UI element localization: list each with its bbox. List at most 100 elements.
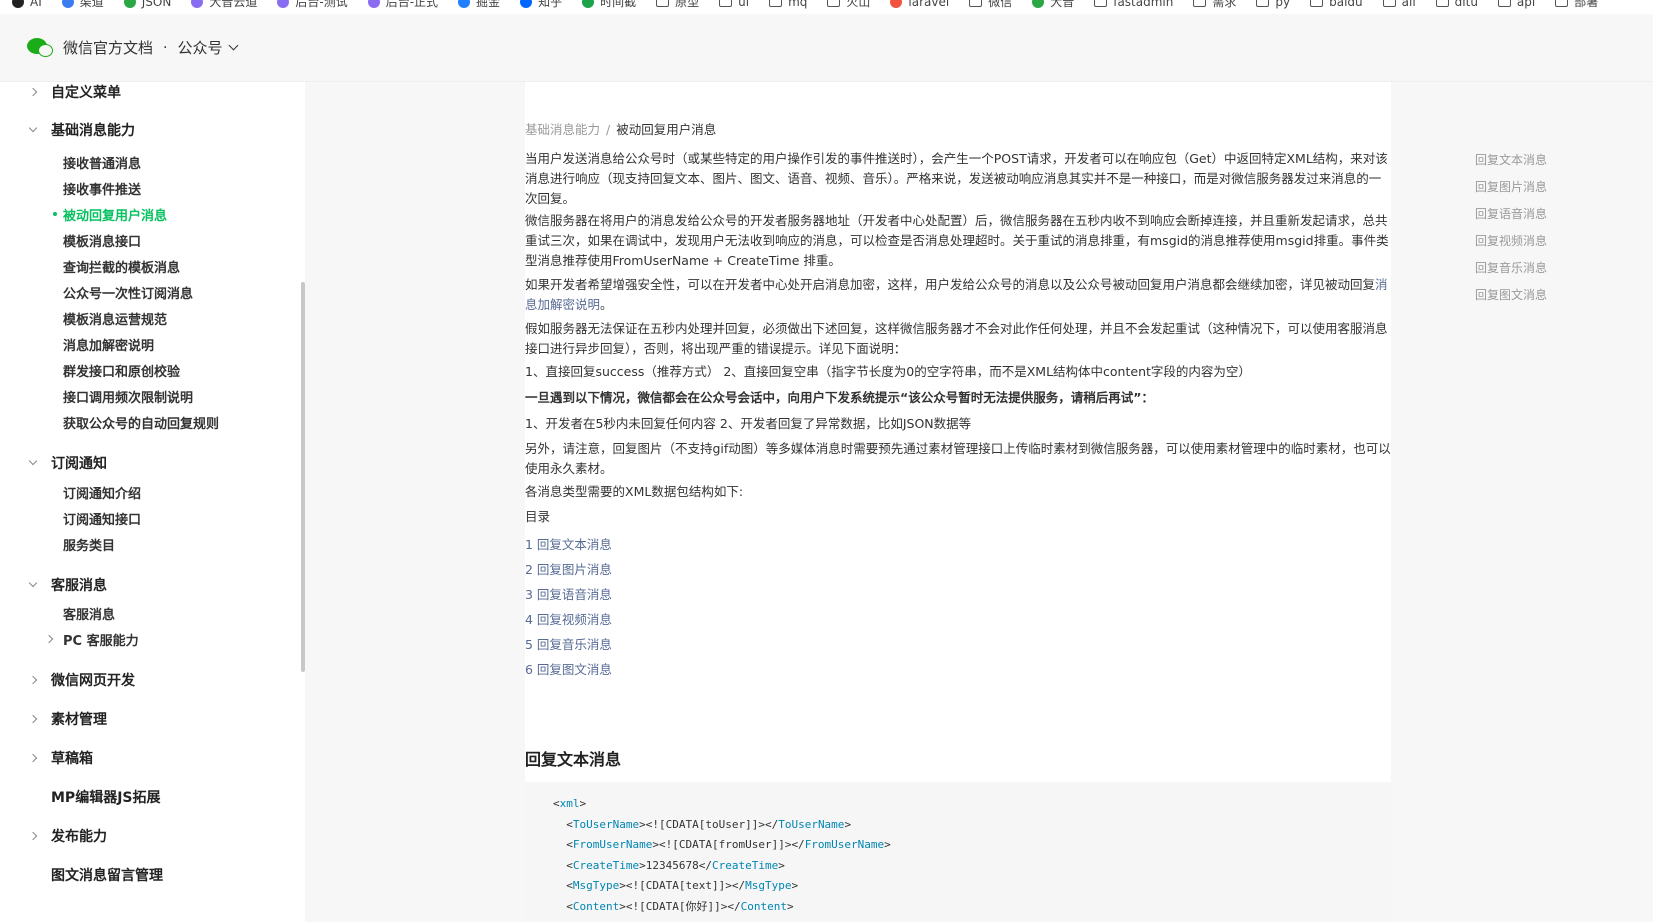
sidebar-item[interactable]: 订阅通知 xyxy=(0,453,300,473)
right-toc-link[interactable]: 回复语音消息 xyxy=(1475,205,1547,222)
toc-link[interactable]: 3 回复语音消息 xyxy=(525,584,612,603)
bookmark-item[interactable]: 原型 xyxy=(656,0,699,9)
sidebar-item[interactable]: 查询拦截的模板消息 xyxy=(0,256,300,276)
sidebar-item[interactable]: 接收事件推送 xyxy=(0,178,300,198)
ai-logo-icon xyxy=(12,0,24,8)
bookmark-item[interactable]: 知乎 xyxy=(520,0,562,9)
code-line: <Content><![CDATA[你好]]></Content> xyxy=(553,897,1391,918)
right-toc-link[interactable]: 回复文本消息 xyxy=(1475,151,1547,168)
bookmark-item[interactable]: 后台-测试 xyxy=(277,0,348,9)
bookmark-item[interactable]: 渠道 xyxy=(61,0,104,9)
sidebar-item-label: 接收普通消息 xyxy=(63,156,142,172)
chevron-right-icon[interactable] xyxy=(28,753,38,763)
code-line: <ToUserName><![CDATA[toUser]]></ToUserNa… xyxy=(553,815,1391,836)
sidebar-item[interactable]: 接收普通消息 xyxy=(0,152,300,172)
toc-link[interactable]: 5 回复音乐消息 xyxy=(525,634,612,653)
code-tag: ToUserName xyxy=(778,817,845,831)
bookmark-item[interactable]: baidu xyxy=(1310,0,1363,9)
sidebar-item[interactable]: 客服消息 xyxy=(0,575,300,595)
sidebar-item-label: 基础消息能力 xyxy=(51,123,135,139)
toc-link[interactable]: 1 回复文本消息 xyxy=(525,534,612,553)
bookmark-item[interactable]: 后台-正式 xyxy=(367,0,438,9)
chevron-right-icon[interactable] xyxy=(28,675,38,685)
bookmark-item[interactable]: laravel xyxy=(890,0,949,9)
sidebar-item[interactable]: 模板消息接口 xyxy=(0,230,300,250)
bookmark-item[interactable]: ali xyxy=(1382,0,1416,9)
sidebar-item[interactable]: PC 客服能力 xyxy=(0,629,300,649)
sidebar-item[interactable]: 服务类目 xyxy=(0,534,300,554)
sidebar-item[interactable]: 自定义菜单 xyxy=(0,82,300,102)
bookmark-item[interactable]: ui xyxy=(719,0,749,9)
sidebar-item[interactable]: 基础消息能力 xyxy=(0,120,300,140)
sidebar-item[interactable]: 素材管理 xyxy=(0,709,300,729)
code-punct: < xyxy=(553,899,573,913)
bookmark-item[interactable]: 部署 xyxy=(1555,0,1598,9)
code-line: <FromUserName><![CDATA[fromUser]]></From… xyxy=(553,835,1391,856)
active-indicator xyxy=(53,212,57,216)
bookmark-label: ui xyxy=(738,0,750,9)
chevron-right-icon[interactable] xyxy=(44,634,54,644)
wechat-logo-icon[interactable] xyxy=(27,37,53,58)
bookmark-item[interactable]: 需求 xyxy=(1193,0,1236,9)
breadcrumb-parent[interactable]: 基础消息能力 xyxy=(525,122,600,137)
sidebar-item[interactable]: MP编辑器JS拓展 xyxy=(0,787,300,807)
bookmark-item[interactable]: JSON xyxy=(123,0,171,9)
sidebar-item[interactable]: 草稿箱 xyxy=(0,748,300,768)
sidebar-item[interactable]: 群发接口和原创校验 xyxy=(0,360,300,380)
sidebar-item[interactable]: 图文消息留言管理 xyxy=(0,865,300,885)
chevron-right-icon[interactable] xyxy=(28,714,38,724)
bookmark-label: 大音 xyxy=(1050,0,1075,9)
sidebar-item[interactable]: 微信网页开发 xyxy=(0,670,300,690)
main-area: 基础消息能力 / 被动回复用户消息 当用户发送消息给公众号时（或某些特定的用户操作引… xyxy=(305,82,1653,922)
sidebar-item[interactable]: 客服消息 xyxy=(0,603,300,623)
chevron-down-icon[interactable] xyxy=(229,40,239,51)
bookmark-item[interactable]: 微信 xyxy=(969,0,1012,9)
sidebar-item[interactable]: 订阅通知接口 xyxy=(0,508,300,528)
folder-icon xyxy=(1382,0,1396,7)
right-toc-link[interactable]: 回复图片消息 xyxy=(1475,178,1547,195)
sidebar-item[interactable]: 获取公众号的自动回复规则 xyxy=(0,412,300,432)
sidebar-item-label: 公众号一次性订阅消息 xyxy=(63,286,194,302)
right-toc-link[interactable]: 回复音乐消息 xyxy=(1475,259,1547,276)
toc-link[interactable]: 6 回复图文消息 xyxy=(525,659,612,678)
bookmark-item[interactable]: 掘金 xyxy=(458,0,500,9)
chevron-right-icon[interactable] xyxy=(28,87,38,97)
sidebar-item-label: 查询拦截的模板消息 xyxy=(63,260,181,276)
sidebar-item-label: 订阅通知接口 xyxy=(63,512,142,528)
code-punct: </ xyxy=(731,879,746,892)
bookmark-item[interactable]: py xyxy=(1256,0,1290,9)
bookmark-item[interactable]: mq xyxy=(769,0,807,9)
site-title[interactable]: 微信官方文档 xyxy=(63,37,153,58)
bookmark-item[interactable]: fastadmin xyxy=(1094,0,1173,9)
sidebar-item[interactable]: 订阅通知介绍 xyxy=(0,482,300,502)
sidebar-item[interactable]: 消息加解密说明 xyxy=(0,334,300,354)
bookmark-item[interactable]: 大音 xyxy=(1032,0,1074,9)
sidebar-item[interactable]: 发布能力 xyxy=(0,826,300,846)
toc-link[interactable]: 2 回复图片消息 xyxy=(525,559,612,578)
bookmark-item[interactable]: 火山 xyxy=(827,0,870,9)
toc-link[interactable]: 4 回复视频消息 xyxy=(525,609,612,628)
chevron-down-icon[interactable] xyxy=(28,578,38,588)
bookmark-item[interactable]: api xyxy=(1497,0,1535,9)
sidebar-item[interactable]: 被动回复用户消息 xyxy=(0,204,300,224)
code-punct: < xyxy=(553,879,573,892)
sidebar-item[interactable]: 公众号一次性订阅消息 xyxy=(0,282,300,302)
bookmark-item[interactable]: AI xyxy=(12,0,42,9)
sidebar-item[interactable]: 模板消息运营规范 xyxy=(0,308,300,328)
bookmark-item[interactable]: ditu xyxy=(1435,0,1478,9)
bookmark-label: AI xyxy=(30,0,42,9)
right-toc-link[interactable]: 回复视频消息 xyxy=(1475,232,1547,249)
chevron-down-icon[interactable] xyxy=(28,123,38,133)
sidebar-item[interactable]: 接口调用频次限制说明 xyxy=(0,386,300,406)
bookmark-item[interactable]: 时间截 xyxy=(582,0,636,9)
sidebar-item-label: 被动回复用户消息 xyxy=(63,208,168,224)
code-punct: < xyxy=(553,838,573,851)
bookmark-label: 掘金 xyxy=(476,0,501,9)
right-toc-link[interactable]: 回复图文消息 xyxy=(1475,286,1547,303)
product-switcher[interactable]: 公众号 xyxy=(177,37,222,58)
bookmark-item[interactable]: 大音云道 xyxy=(191,0,257,9)
laravel-logo-icon xyxy=(890,0,903,8)
chevron-down-icon[interactable] xyxy=(28,456,38,466)
code-punct: > xyxy=(639,858,646,872)
chevron-right-icon[interactable] xyxy=(28,831,38,841)
